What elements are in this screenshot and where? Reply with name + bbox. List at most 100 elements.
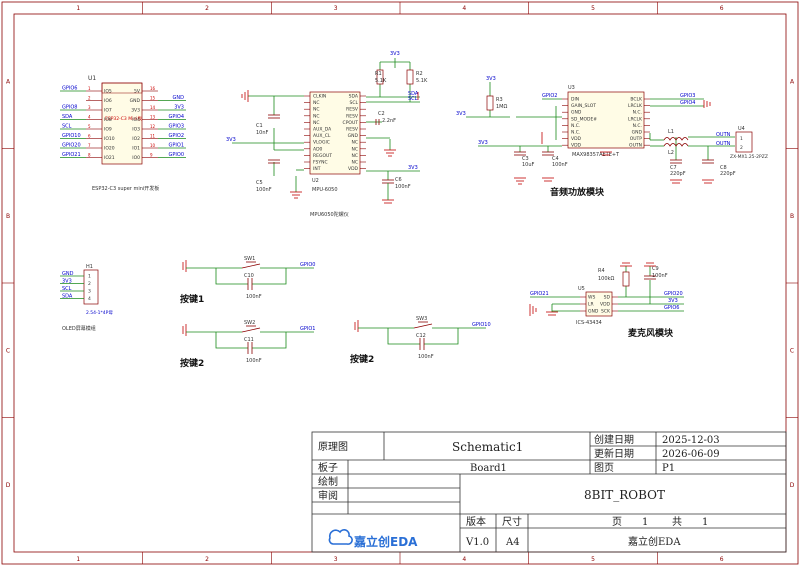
tb-company: 嘉立创EDA — [628, 535, 681, 548]
amp-3v3-b: 3V3 — [478, 140, 488, 146]
tb-label-drawn: 绘制 — [318, 475, 338, 488]
u4-connector[interactable] — [735, 131, 753, 153]
mpu-pin-name: GND — [348, 133, 359, 139]
oled-net: GND — [62, 271, 74, 277]
r3-ref: R3 — [496, 97, 503, 103]
tb-board: Board1 — [470, 463, 507, 474]
esp32-pin-num: 11 — [150, 134, 156, 139]
c6-value: 100nF — [395, 184, 411, 190]
esp32-pin-name: 5V — [134, 89, 141, 95]
esp32-pin-num: 16 — [150, 86, 156, 91]
u4-net-outn: OUTN — [716, 141, 731, 147]
esp32-ref: U1 — [88, 75, 96, 82]
r4-value: 100kΩ — [598, 276, 614, 282]
tb-schematic-name: Schematic1 — [452, 440, 523, 454]
row-mark-left: B — [6, 213, 10, 220]
oled-net: 3V3 — [62, 279, 72, 285]
esp32-net-left: SDA — [62, 114, 73, 120]
c5-value: 100nF — [256, 187, 272, 193]
mic-net-sck: GPIO6 — [664, 305, 679, 311]
col-mark-top: 3 — [334, 5, 338, 12]
esp32-net-right: GPIO2 — [169, 133, 184, 139]
tb-label-size: 尺寸 — [502, 515, 522, 528]
c2-ref: C2 — [378, 111, 385, 117]
r4-resistor[interactable] — [622, 271, 630, 287]
tb-size: A4 — [505, 537, 520, 548]
esp32-pin-name: GND — [130, 98, 141, 104]
c3-value: 10uF — [522, 162, 535, 168]
esp32-pin-name: IO5 — [104, 89, 112, 95]
cap-value: 100nF — [418, 354, 434, 360]
esp32-pin-name: IO1 — [132, 146, 140, 152]
mic-pin-name: WS — [588, 295, 595, 301]
oled-caption: OLED屏幕模组 — [62, 325, 96, 332]
oled-ref: H1 — [86, 264, 93, 270]
tb-project: 8BIT_ROBOT — [584, 488, 665, 502]
col-mark-bottom: 6 — [720, 556, 724, 563]
switch-lever[interactable] — [413, 323, 433, 329]
c1-ref: C1 — [256, 123, 263, 129]
esp32-net-right: GPIO1 — [169, 143, 184, 149]
mic-net-vdd: 3V3 — [668, 298, 678, 304]
esp32-caption: ESP32-C3 super mini开发板 — [92, 185, 159, 192]
esp32-pin-num: 2 — [88, 96, 91, 101]
r2-resistor[interactable] — [406, 69, 414, 85]
col-mark-bottom: 5 — [591, 556, 595, 563]
tb-label-review: 审阅 — [318, 489, 338, 502]
r3-value: 1MΩ — [496, 104, 507, 110]
amp-name: MAX98357AETE+T — [572, 152, 620, 158]
mpu-3v3-top: 3V3 — [390, 51, 400, 57]
amp-pin-name: OUTN — [629, 143, 642, 149]
mpu-pin-name: AUX_DA — [313, 127, 332, 133]
mic-pin-name: VDD — [600, 302, 611, 308]
u4-name: ZX-MX1.25-2PZZ — [730, 154, 768, 160]
col-mark-bottom: 4 — [462, 556, 466, 563]
r1-ref: R1 — [375, 71, 382, 77]
key-caption: 按键1 — [180, 293, 204, 305]
r3-resistor[interactable] — [486, 95, 494, 111]
esp32-pin-name: 3V3 — [131, 108, 140, 114]
esp32-pin-name: IO9 — [104, 127, 112, 133]
mpu-pin-name: NC — [351, 153, 358, 159]
esp32-pin-num: 5 — [88, 124, 91, 129]
row-mark-left: A — [6, 78, 11, 85]
esp32-body[interactable] — [101, 82, 143, 165]
button-block-3: SW3 C12 100nF GPIO10 按键2 — [350, 316, 491, 365]
esp32-net-right: GND — [173, 95, 185, 101]
tb-label-created: 创建日期 — [594, 433, 634, 446]
mpu-pin-name: NC — [351, 140, 358, 146]
c9-value: 100nF — [652, 273, 668, 279]
amp-pin-name: N.C. — [571, 123, 580, 129]
cap-ref: C10 — [244, 273, 254, 279]
button-block-1: SW1 C10 100nF GPIO0 按键1 — [180, 256, 315, 305]
esp32-pin-name: IO3 — [132, 127, 140, 133]
amp-pin-name: GND — [571, 110, 582, 116]
col-mark-top: 4 — [462, 5, 466, 12]
c7-value: 220pF — [670, 171, 686, 177]
esp32-pin-name: IO21 — [104, 155, 115, 161]
tb-page: P1 — [662, 463, 675, 474]
tb-label-total: 共 — [672, 516, 682, 528]
switch-lever[interactable] — [241, 327, 261, 333]
esp32-net-right: GPIO0 — [169, 152, 184, 158]
c1-value: 10nF — [256, 130, 269, 136]
cloud-icon — [328, 529, 353, 545]
amp-net-lrclk: GPIO4 — [680, 100, 695, 106]
amp-pin-name: VDD — [571, 143, 582, 149]
oled-header[interactable] — [83, 269, 99, 305]
mpu-pin-name: NC — [313, 107, 320, 113]
switch-lever[interactable] — [241, 263, 261, 269]
oled-block: H1 GND 1 3V3 2 SCL 3 SDA 4 2.54-1*4P母 OLED屏幕模组 — [60, 264, 113, 332]
esp32-pin-name: IO6 — [104, 98, 112, 104]
amp-pin-name: LRCLK — [628, 103, 643, 109]
oled-pin-num: 3 — [88, 289, 91, 295]
c2-value: 2.2nF — [382, 118, 396, 124]
tb-label-schematic: 原理图 — [318, 441, 348, 453]
tb-created: 2025-12-03 — [662, 435, 720, 446]
esp32-net-left: GPIO6 — [62, 86, 77, 92]
u4-pin1: 1 — [740, 136, 743, 142]
row-mark-right: B — [790, 213, 794, 220]
amp-3v3-a: 3V3 — [456, 111, 466, 117]
mpu-pin-name: VDD — [348, 166, 359, 172]
amp-pin-name: N.C. — [633, 123, 642, 129]
